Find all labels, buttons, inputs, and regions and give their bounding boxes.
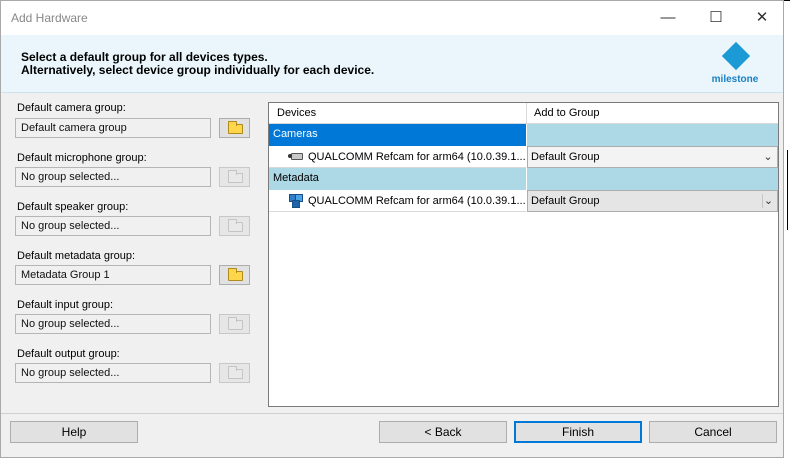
footer-divider xyxy=(1,413,783,414)
category-label: Cameras xyxy=(269,124,526,146)
chevron-down-icon[interactable]: ⌄ xyxy=(762,150,774,164)
column-divider[interactable] xyxy=(526,103,527,124)
device-cell: QUALCOMM Refcam for arm64 (10.0.39.1... xyxy=(269,146,526,168)
output-group-field[interactable]: No group selected... xyxy=(15,363,211,383)
chevron-down-icon[interactable]: ⌄ xyxy=(762,194,774,208)
grid-header: Devices Add to Group xyxy=(269,103,778,124)
camera-group-label: Default camera group: xyxy=(17,102,126,114)
cancel-button[interactable]: Cancel xyxy=(649,421,777,443)
camera-icon xyxy=(288,152,304,161)
input-group-field[interactable]: No group selected... xyxy=(15,314,211,334)
background-line xyxy=(784,0,790,1)
instruction-header: Select a default group for all devices t… xyxy=(1,35,783,93)
title-bar: Add Hardware — ☐ ✕ xyxy=(1,1,783,35)
output-group-label: Default output group: xyxy=(17,348,120,360)
folder-icon xyxy=(228,219,243,232)
metadata-group-browse-button[interactable] xyxy=(219,265,250,285)
back-button[interactable]: < Back xyxy=(379,421,507,443)
column-header-add-to-group[interactable]: Add to Group xyxy=(534,107,599,119)
speaker-group-browse-button xyxy=(219,216,250,236)
column-header-devices[interactable]: Devices xyxy=(277,107,316,119)
close-button[interactable]: ✕ xyxy=(739,5,785,31)
metadata-group-label: Default metadata group: xyxy=(17,250,136,262)
instruction-line-2: Alternatively, select device group indiv… xyxy=(21,63,375,77)
maximize-button[interactable]: ☐ xyxy=(693,5,739,31)
table-row[interactable]: QUALCOMM Refcam for arm64 (10.0.39.1... … xyxy=(269,190,778,212)
group-select-value: Default Group xyxy=(531,195,600,207)
metadata-group-field[interactable]: Metadata Group 1 xyxy=(15,265,211,285)
speaker-group-label: Default speaker group: xyxy=(17,201,129,213)
minimize-button[interactable]: — xyxy=(645,5,691,31)
device-name: QUALCOMM Refcam for arm64 (10.0.39.1... xyxy=(308,195,526,207)
finish-button[interactable]: Finish xyxy=(514,421,642,443)
folder-icon xyxy=(228,366,243,379)
microphone-group-field[interactable]: No group selected... xyxy=(15,167,211,187)
microphone-group-browse-button xyxy=(219,167,250,187)
input-group-browse-button xyxy=(219,314,250,334)
folder-icon xyxy=(228,170,243,183)
background-line xyxy=(787,150,788,230)
group-select[interactable]: Default Group ⌄ xyxy=(527,146,778,168)
window-title: Add Hardware xyxy=(11,11,88,25)
group-select[interactable]: Default Group ⌄ xyxy=(527,190,778,212)
camera-group-browse-button[interactable] xyxy=(219,118,250,138)
milestone-logo: milestone xyxy=(702,41,768,89)
microphone-group-label: Default microphone group: xyxy=(17,152,147,164)
folder-icon xyxy=(228,317,243,330)
category-row-metadata[interactable]: Metadata xyxy=(269,168,778,190)
folder-icon xyxy=(228,121,243,134)
category-group-cell xyxy=(527,168,778,190)
add-hardware-dialog: Add Hardware — ☐ ✕ Select a default grou… xyxy=(0,0,784,458)
category-row-cameras[interactable]: Cameras xyxy=(269,124,778,146)
input-group-label: Default input group: xyxy=(17,299,114,311)
camera-group-field[interactable]: Default camera group xyxy=(15,118,211,138)
device-cell: QUALCOMM Refcam for arm64 (10.0.39.1... xyxy=(269,190,526,212)
category-group-cell xyxy=(527,124,778,146)
group-select-value: Default Group xyxy=(531,151,600,163)
metadata-icon xyxy=(288,193,304,209)
instruction-line-1: Select a default group for all devices t… xyxy=(21,50,268,64)
speaker-group-field[interactable]: No group selected... xyxy=(15,216,211,236)
milestone-diamond-icon xyxy=(721,41,751,71)
table-row[interactable]: QUALCOMM Refcam for arm64 (10.0.39.1... … xyxy=(269,146,778,168)
category-label: Metadata xyxy=(269,168,526,190)
device-name: QUALCOMM Refcam for arm64 (10.0.39.1... xyxy=(308,151,526,163)
folder-icon xyxy=(228,268,243,281)
milestone-logo-text: milestone xyxy=(711,74,759,85)
device-group-grid: Devices Add to Group Cameras QUALCOMM Re… xyxy=(268,102,779,407)
help-button[interactable]: Help xyxy=(10,421,138,443)
output-group-browse-button xyxy=(219,363,250,383)
